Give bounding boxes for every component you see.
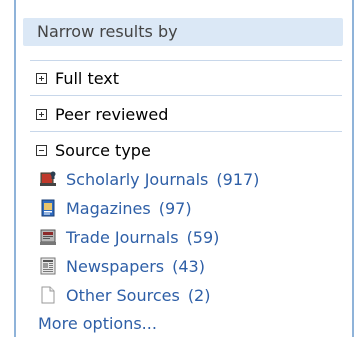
divider bbox=[30, 60, 342, 61]
source-type-label[interactable]: Trade Journals bbox=[66, 228, 179, 247]
trade-journals-icon bbox=[40, 229, 56, 245]
source-type-trade-journals[interactable]: Trade Journals (59) bbox=[38, 225, 219, 249]
collapse-minus-icon[interactable] bbox=[36, 144, 47, 156]
source-type-other-sources[interactable]: Other Sources (2) bbox=[38, 283, 210, 307]
source-type-count: (43) bbox=[172, 256, 205, 276]
source-type-label[interactable]: Magazines bbox=[66, 199, 151, 218]
divider bbox=[30, 131, 342, 132]
facet-label-peer-reviewed: Peer reviewed bbox=[55, 104, 169, 124]
expand-plus-icon[interactable] bbox=[36, 72, 47, 84]
facet-source-type[interactable]: Source type bbox=[36, 138, 151, 162]
panel-header: Narrow results by bbox=[23, 18, 343, 46]
source-type-label[interactable]: Other Sources bbox=[66, 286, 180, 305]
source-type-count: (917) bbox=[216, 169, 260, 189]
facet-label-source-type: Source type bbox=[55, 140, 151, 160]
facet-label-full-text: Full text bbox=[55, 68, 120, 88]
facet-peer-reviewed[interactable]: Peer reviewed bbox=[36, 102, 168, 126]
facet-full-text[interactable]: Full text bbox=[36, 66, 119, 90]
source-type-label[interactable]: Newspapers bbox=[66, 257, 164, 276]
magazine-icon bbox=[41, 199, 55, 217]
source-type-label[interactable]: Scholarly Journals bbox=[66, 170, 208, 189]
document-icon bbox=[41, 286, 55, 304]
panel-title: Narrow results by bbox=[37, 22, 178, 41]
divider bbox=[30, 95, 342, 96]
source-type-magazines[interactable]: Magazines (97) bbox=[38, 196, 192, 220]
scholarly-journals-icon bbox=[40, 171, 56, 186]
expand-plus-icon[interactable] bbox=[36, 108, 47, 120]
source-type-count: (59) bbox=[186, 227, 220, 247]
source-type-scholarly-journals[interactable]: Scholarly Journals (917) bbox=[38, 167, 259, 191]
source-type-newspapers[interactable]: Newspapers (43) bbox=[38, 254, 205, 278]
source-type-count: (2) bbox=[187, 285, 211, 305]
source-type-count: (97) bbox=[158, 198, 192, 218]
newspaper-icon bbox=[40, 257, 56, 275]
more-options-link[interactable]: More options... bbox=[38, 313, 157, 335]
